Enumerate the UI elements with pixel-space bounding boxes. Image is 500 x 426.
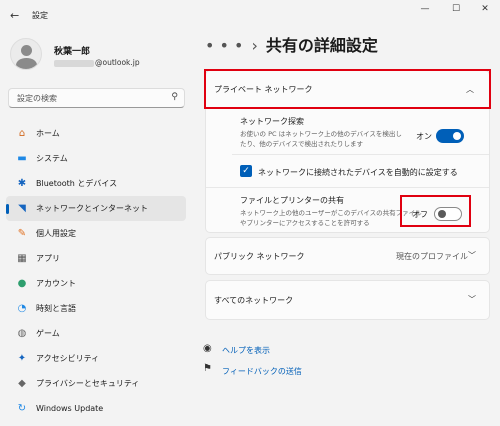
sidebar-item-label: アプリ bbox=[36, 254, 60, 263]
sidebar-nav: ⌂ ホーム ▬ システム ✱ Bluetooth とデバイス ◥ ネットワークとインターネット… bbox=[6, 121, 186, 421]
network-discovery-desc: お使いの PC はネットワーク上の他のデバイスを検出し たり、他のデバイスで検出さ… bbox=[240, 130, 402, 148]
breadcrumb: • • • › 共有の詳細設定 bbox=[205, 32, 378, 56]
sidebar-item-label: 時刻と言語 bbox=[36, 304, 76, 313]
maximize-icon[interactable]: ☐ bbox=[446, 4, 466, 18]
shield-icon: ◆ bbox=[18, 378, 26, 389]
page-title: 共有の詳細設定 bbox=[265, 36, 378, 55]
back-arrow-icon[interactable]: ← bbox=[10, 9, 19, 22]
accessibility-icon: ✦ bbox=[17, 353, 27, 364]
home-icon: ⌂ bbox=[18, 128, 26, 139]
auto-setup-checkbox[interactable]: ✓ bbox=[240, 165, 252, 177]
sidebar-item[interactable]: ◆ プライバシーとセキュリティ bbox=[6, 371, 186, 396]
chevron-down-icon[interactable]: ﹀ bbox=[468, 294, 476, 305]
chevron-down-icon[interactable]: ﹀ bbox=[468, 250, 476, 261]
sidebar-item-label: ネットワークとインターネット bbox=[36, 204, 148, 213]
get-help-link[interactable]: ヘルプを表示 bbox=[222, 345, 270, 356]
redacted-email-prefix bbox=[54, 59, 94, 67]
sidebar-item-label: プライバシーとセキュリティ bbox=[36, 379, 140, 388]
public-network-title: パブリック ネットワーク bbox=[214, 252, 305, 261]
account-icon: ● bbox=[17, 278, 27, 289]
current-profile-label: 現在のプロファイル bbox=[396, 252, 468, 261]
sidebar-item[interactable]: ↻ Windows Update bbox=[6, 396, 186, 421]
sidebar-item[interactable]: ◥ ネットワークとインターネット bbox=[6, 196, 186, 221]
discovery-state-label: オン bbox=[416, 132, 432, 141]
avatar bbox=[10, 38, 42, 70]
network-discovery-toggle[interactable] bbox=[436, 129, 464, 143]
user-profile[interactable]: 秋葉一郎 @outlook.jp bbox=[10, 38, 190, 78]
sidebar-item-label: Windows Update bbox=[36, 404, 104, 413]
apps-icon: ▦ bbox=[17, 253, 27, 264]
highlight-private-network bbox=[204, 69, 491, 109]
search-input[interactable]: 設定の検索 ⚲ bbox=[8, 88, 185, 108]
wifi-icon: ◥ bbox=[18, 203, 26, 214]
search-icon: ⚲ bbox=[171, 92, 178, 102]
sidebar-item-label: 個人用設定 bbox=[36, 229, 76, 238]
sidebar-item[interactable]: ▦ アプリ bbox=[6, 246, 186, 271]
sidebar-item-label: ゲーム bbox=[36, 329, 60, 338]
user-email: @outlook.jp bbox=[54, 58, 140, 67]
title-bar: ← 設定 — ☐ ✕ bbox=[0, 0, 500, 30]
search-placeholder: 設定の検索 bbox=[17, 94, 57, 103]
sidebar-item-label: システム bbox=[36, 154, 68, 163]
user-name: 秋葉一郎 bbox=[54, 47, 91, 57]
bluetooth-icon: ✱ bbox=[17, 178, 27, 189]
all-networks-title: すべてのネットワーク bbox=[214, 296, 294, 305]
sidebar-item[interactable]: ◔ 時刻と言語 bbox=[6, 296, 186, 321]
app-title: 設定 bbox=[32, 11, 48, 20]
update-icon: ↻ bbox=[17, 403, 27, 414]
file-printer-sharing-title: ファイルとプリンターの共有 bbox=[240, 196, 344, 205]
feedback-icon: ⚑ bbox=[203, 363, 212, 374]
clock-language-icon: ◔ bbox=[17, 303, 27, 314]
sidebar-item-label: アクセシビリティ bbox=[36, 354, 100, 363]
sidebar-item[interactable]: ● アカウント bbox=[6, 271, 186, 296]
sidebar-item[interactable]: ✦ アクセシビリティ bbox=[6, 346, 186, 371]
highlight-sharing-toggle bbox=[400, 195, 471, 227]
sidebar-item[interactable]: ✱ Bluetooth とデバイス bbox=[6, 171, 186, 196]
feedback-link[interactable]: フィードバックの送信 bbox=[222, 366, 302, 377]
sidebar-item[interactable]: ⌂ ホーム bbox=[6, 121, 186, 146]
close-icon[interactable]: ✕ bbox=[475, 4, 495, 18]
sidebar-item-label: ホーム bbox=[36, 129, 60, 138]
network-discovery-title: ネットワーク探索 bbox=[240, 117, 304, 126]
breadcrumb-overflow[interactable]: • • • bbox=[205, 36, 243, 55]
game-icon: ◍ bbox=[17, 328, 27, 339]
sidebar-item-label: Bluetooth とデバイス bbox=[36, 179, 118, 188]
brush-icon: ✎ bbox=[17, 228, 27, 239]
sidebar-item[interactable]: ▬ システム bbox=[6, 146, 186, 171]
auto-setup-label: ネットワークに接続されたデバイスを自動的に設定する bbox=[258, 168, 458, 177]
system-icon: ▬ bbox=[17, 153, 27, 164]
breadcrumb-separator: › bbox=[251, 36, 258, 55]
minimize-icon[interactable]: — bbox=[415, 4, 435, 18]
sidebar-item[interactable]: ✎ 個人用設定 bbox=[6, 221, 186, 246]
all-networks-card[interactable]: すべてのネットワーク ﹀ bbox=[205, 280, 490, 320]
public-network-card[interactable]: パブリック ネットワーク 現在のプロファイル ﹀ bbox=[205, 237, 490, 275]
file-printer-sharing-desc: ネットワーク上の他のユーザーがこのデバイスの共有ファイル やプリンターにアクセスす… bbox=[240, 209, 422, 227]
sidebar-item[interactable]: ◍ ゲーム bbox=[6, 321, 186, 346]
sidebar-item-label: アカウント bbox=[36, 279, 76, 288]
help-icon: ◉ bbox=[203, 343, 212, 354]
